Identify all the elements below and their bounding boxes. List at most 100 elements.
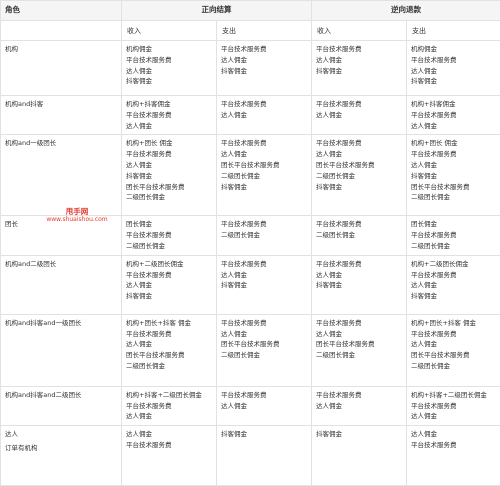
- fee-item: 二级团长佣金: [316, 230, 403, 241]
- cell-content: 团长佣金平台技术服务费二级团长佣金: [122, 216, 216, 254]
- cell-content: 平台技术服务费二级团长佣金: [217, 216, 311, 244]
- cell-forward-expense: 平台技术服务费达人佣金团长平台技术服务费二级团长佣金: [217, 314, 312, 386]
- role-label: 机构and抖客and二级团长: [1, 387, 121, 404]
- cell-forward-income: 达人佣金平台技术服务费: [122, 426, 217, 486]
- cell-content: 平台技术服务费达人佣金团长平台技术服务费二级团长佣金: [312, 315, 406, 364]
- subheader-row: 收入 支出 收入 支出: [1, 21, 500, 41]
- cell-reverse-expense: 团长佣金平台技术服务费二级团长佣金: [407, 216, 500, 255]
- role-label: 机构and二级团长: [1, 256, 121, 273]
- header-reverse-label: 逆向退款: [312, 1, 500, 16]
- fee-item: 平台技术服务费: [126, 270, 213, 281]
- cell-content: 平台技术服务费达人佣金团长平台技术服务费二级团长佣金抖客佣金: [312, 135, 406, 195]
- fee-item: 团长平台技术服务费: [126, 350, 213, 361]
- fee-item: 抖客佣金: [221, 66, 308, 77]
- cell-content: 机构佣金平台技术服务费达人佣金抖客佣金: [407, 41, 500, 90]
- cell-content: 平台技术服务费达人佣金抖客佣金: [217, 256, 311, 294]
- fee-item: 抖客佣金: [126, 171, 213, 182]
- role-label: 机构: [1, 41, 121, 58]
- fee-item: 团长平台技术服务费: [221, 160, 308, 171]
- cell-reverse-income: 抖客佣金: [312, 426, 407, 486]
- fee-item: 平台技术服务费: [316, 138, 403, 149]
- fee-item: 平台技术服务费: [411, 401, 497, 412]
- fee-item: 团长佣金: [126, 219, 213, 230]
- fee-item: 机构+团长+抖客 佣金: [126, 318, 213, 329]
- subheader-forward-income: 收入: [122, 21, 217, 41]
- cell-forward-income: 机构+二级团长佣金平台技术服务费达人佣金抖客佣金: [122, 255, 217, 314]
- table-row: 机构机构佣金平台技术服务费达人佣金抖客佣金平台技术服务费达人佣金抖客佣金平台技术…: [1, 41, 500, 96]
- fee-item: 抖客佣金: [316, 280, 403, 291]
- fee-item: 平台技术服务费: [221, 44, 308, 55]
- fee-item: 抖客佣金: [411, 171, 497, 182]
- fee-item: 平台技术服务费: [221, 259, 308, 270]
- cell-reverse-income: 平台技术服务费达人佣金团长平台技术服务费二级团长佣金: [312, 314, 407, 386]
- cell-reverse-expense: 机构佣金平台技术服务费达人佣金抖客佣金: [407, 41, 500, 96]
- fee-item: 达人佣金: [316, 149, 403, 160]
- fee-item: 达人佣金: [411, 429, 497, 440]
- fee-item: 平台技术服务费: [411, 329, 497, 340]
- cell-forward-income: 机构+团长 佣金平台技术服务费达人佣金抖客佣金团长平台技术服务费二级团长佣金: [122, 135, 217, 216]
- fee-item: 抖客佣金: [221, 429, 308, 440]
- fee-item: 平台技术服务费: [411, 110, 497, 121]
- fee-item: 达人佣金: [316, 270, 403, 281]
- fee-item: 平台技术服务费: [316, 219, 403, 230]
- cell-reverse-expense: 机构+团长+抖客 佣金平台技术服务费达人佣金团长平台技术服务费二级团长佣金: [407, 314, 500, 386]
- cell-content: 平台技术服务费达人佣金: [312, 96, 406, 124]
- role-label: 机构and抖客: [1, 96, 121, 113]
- fee-item: 团长平台技术服务费: [316, 339, 403, 350]
- fee-item: 二级团长佣金: [221, 230, 308, 241]
- fee-item: 机构+二级团长佣金: [126, 259, 213, 270]
- cell-reverse-income: 平台技术服务费达人佣金: [312, 96, 407, 135]
- cell-content: 平台技术服务费达人佣金抖客佣金: [312, 41, 406, 79]
- fee-item: 平台技术服务费: [411, 55, 497, 66]
- cell-content: 机构+抖客佣金平台技术服务费达人佣金: [122, 96, 216, 134]
- fee-item: 达人佣金: [126, 411, 213, 422]
- cell-reverse-expense: 机构+团长 佣金平台技术服务费达人佣金抖客佣金团长平台技术服务费二级团长佣金: [407, 135, 500, 216]
- subheader-reverse-income: 收入: [312, 21, 407, 41]
- cell-forward-expense: 抖客佣金: [217, 426, 312, 486]
- cell-content: 抖客佣金: [312, 426, 406, 443]
- role-label: 订单有机构: [1, 443, 121, 457]
- fee-item: 达人佣金: [221, 55, 308, 66]
- fee-item: 平台技术服务费: [221, 390, 308, 401]
- cell-reverse-income: 平台技术服务费达人佣金抖客佣金: [312, 255, 407, 314]
- fee-item: 达人佣金: [221, 149, 308, 160]
- fee-item: 机构佣金: [411, 44, 497, 55]
- cell-forward-expense: 平台技术服务费达人佣金: [217, 96, 312, 135]
- cell-reverse-income: 平台技术服务费达人佣金: [312, 386, 407, 425]
- fee-item: 平台技术服务费: [411, 440, 497, 451]
- fee-item: 团长平台技术服务费: [316, 160, 403, 171]
- watermark: 甩手网 www.shuaishou.com: [42, 207, 112, 224]
- fee-item: 达人佣金: [221, 329, 308, 340]
- subheader-label: 收入: [312, 21, 406, 36]
- header-reverse: 逆向退款: [312, 1, 500, 21]
- fee-item: 达人佣金: [411, 66, 497, 77]
- cell-forward-expense: 平台技术服务费达人佣金团长平台技术服务费二级团长佣金抖客佣金: [217, 135, 312, 216]
- fee-item: 团长佣金: [411, 219, 497, 230]
- fee-item: 抖客佣金: [126, 291, 213, 302]
- fee-item: 二级团长佣金: [316, 350, 403, 361]
- fee-item: 达人佣金: [221, 110, 308, 121]
- fee-item: 平台技术服务费: [126, 149, 213, 160]
- cell-content: 平台技术服务费二级团长佣金: [312, 216, 406, 244]
- fee-item: 达人佣金: [316, 329, 403, 340]
- header-role-label: 角色: [1, 1, 121, 16]
- cell-reverse-expense: 机构+抖客佣金平台技术服务费达人佣金: [407, 96, 500, 135]
- cell-forward-expense: 平台技术服务费二级团长佣金: [217, 216, 312, 255]
- subheader-forward-expense: 支出: [217, 21, 312, 41]
- cell-reverse-income: 平台技术服务费达人佣金抖客佣金: [312, 41, 407, 96]
- header-role: 角色: [1, 1, 122, 21]
- fee-item: 达人佣金: [221, 270, 308, 281]
- fee-item: 机构+抖客佣金: [126, 99, 213, 110]
- role-cell: 机构: [1, 41, 122, 96]
- role-cell: 机构and一级团长: [1, 135, 122, 216]
- role-cell: 达人订单有机构: [1, 426, 122, 486]
- role-cell: 机构and抖客and二级团长: [1, 386, 122, 425]
- cell-content: 平台技术服务费达人佣金抖客佣金: [312, 256, 406, 294]
- fee-item: 机构+抖客+二级团长佣金: [126, 390, 213, 401]
- cell-content: 抖客佣金: [217, 426, 311, 443]
- subheader-empty: [1, 21, 122, 41]
- cell-content: 机构+二级团长佣金平台技术服务费达人佣金抖客佣金: [122, 256, 216, 305]
- cell-reverse-expense: 达人佣金平台技术服务费: [407, 426, 500, 486]
- cell-forward-income: 机构佣金平台技术服务费达人佣金抖客佣金: [122, 41, 217, 96]
- fee-item: 抖客佣金: [316, 66, 403, 77]
